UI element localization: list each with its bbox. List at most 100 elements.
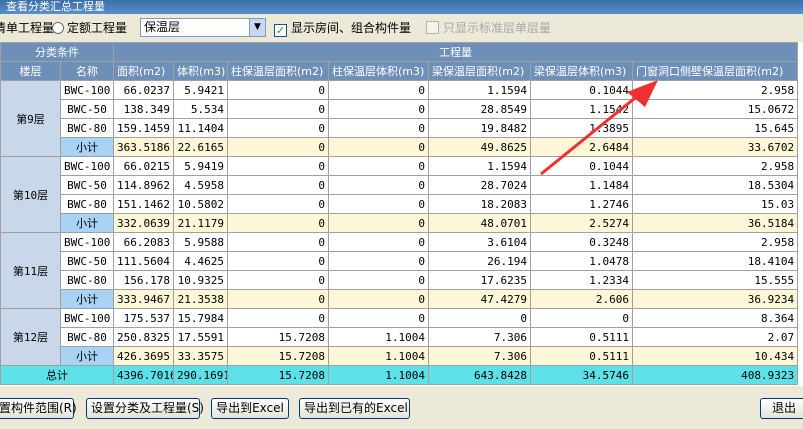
table-row[interactable]: 小计 332.0639 21.1179 0 0 48.0701 2.5274 36.5184 <box>1 213 799 233</box>
table-row[interactable]: 小计 333.9467 21.3538 0 0 47.4279 2.606 36.9234 <box>1 289 799 309</box>
column-header[interactable]: 名称 <box>60 61 114 81</box>
name-cell: BWC-80 <box>60 270 114 290</box>
total-value-cell: 408.9323 <box>631 365 799 385</box>
exit-button[interactable]: 退出 <box>760 398 803 419</box>
set-scope-button[interactable]: 置构件范围(R) <box>0 398 77 419</box>
value-cell: 1.3895 <box>530 118 633 138</box>
table-row[interactable]: 小计 363.5186 22.6165 0 0 49.8625 2.6484 33.6702 <box>1 137 799 157</box>
value-cell: 1.1594 <box>428 80 531 100</box>
value-cell: 17.6235 <box>428 270 531 290</box>
value-cell: 0 <box>227 289 329 309</box>
table-row[interactable]: 第12层 BWC-100 175.537 15.7984 0 0 0 0 8.364 <box>0 308 799 366</box>
table-row[interactable]: BWC-50 138.349 5.534 0 0 28.8549 1.1542 15.0672 <box>1 99 799 119</box>
name-cell: 小计 <box>60 137 114 157</box>
checkmark-icon: ✓ <box>274 24 287 37</box>
value-cell: 0 <box>328 80 429 100</box>
value-cell: 0 <box>328 289 429 309</box>
total-label: 总计 <box>0 365 114 385</box>
table-row[interactable]: BWC-80 250.8325 17.5591 15.7208 1.1004 7.306 0… <box>1 327 799 347</box>
value-cell: 0 <box>328 99 429 119</box>
value-cell: 0 <box>328 175 429 195</box>
value-cell: 0 <box>328 137 429 157</box>
show-rooms-checkbox[interactable]: ✓ 显示房间、组合构件量 <box>274 20 411 37</box>
checkbox-empty-icon <box>426 21 439 34</box>
table-row[interactable]: 第11层 BWC-100 66.2083 5.9588 0 0 3.6104 0.3248 2.… <box>0 232 799 309</box>
value-cell: 18.2083 <box>428 194 531 214</box>
radio-list-quantity[interactable]: 清单工程量 <box>0 20 54 36</box>
total-value-cell: 15.7208 <box>227 365 329 385</box>
value-cell: 15.7208 <box>227 327 329 347</box>
name-cell: BWC-100 <box>60 80 114 100</box>
std-floor-checkbox[interactable]: 只显示标准层单层量 <box>426 20 551 36</box>
value-cell: 0 <box>227 175 329 195</box>
table-row[interactable]: BWC-50 114.8962 4.5958 0 0 28.7024 1.1484 18.53… <box>1 175 799 195</box>
value-cell: 0.5111 <box>530 327 633 347</box>
column-header[interactable]: 柱保温层面积(m2) <box>227 61 329 81</box>
value-cell: 11.1404 <box>173 118 228 138</box>
value-cell: 0 <box>328 232 429 252</box>
value-cell: 0 <box>328 308 429 328</box>
column-header[interactable]: 面积(m2) <box>113 61 174 81</box>
value-cell: 0 <box>227 194 329 214</box>
name-cell: BWC-80 <box>60 327 114 347</box>
value-cell: 15.7208 <box>227 346 329 366</box>
name-cell: BWC-100 <box>60 232 114 252</box>
value-cell: 47.4279 <box>428 289 531 309</box>
category-select[interactable]: 保温层 ▼ <box>140 18 266 37</box>
name-cell: BWC-50 <box>60 99 114 119</box>
table-row[interactable]: BWC-80 151.1462 10.5802 0 0 18.2083 1.2746 15.0… <box>1 194 799 214</box>
column-header[interactable]: 体积(m3) <box>173 61 228 81</box>
value-cell: 5.9588 <box>173 232 228 252</box>
value-cell: 0 <box>328 118 429 138</box>
value-cell: 0 <box>428 308 531 328</box>
value-cell: 0 <box>227 137 329 157</box>
value-cell: 33.3575 <box>173 346 228 366</box>
value-cell: 5.9419 <box>173 156 228 176</box>
table-row[interactable]: 第9层 BWC-100 66.0237 5.9421 0 0 1.1594 0.1044 2.9… <box>0 80 799 157</box>
value-cell: 1.0478 <box>530 251 633 271</box>
table-row[interactable]: BWC-80 159.1459 11.1404 0 0 19.8482 1.3895 15.6… <box>1 118 799 138</box>
value-cell: 4.5958 <box>173 175 228 195</box>
value-cell: 363.5186 <box>113 137 174 157</box>
value-cell: 28.8549 <box>428 99 531 119</box>
quantity-grid[interactable]: 分类条件 工程量 楼层 名称 面积(m2) 体积(m3) 柱保温层面积(m2) 柱保温层体… <box>0 42 803 386</box>
value-cell: 0 <box>328 156 429 176</box>
column-header[interactable]: 楼层 <box>0 61 61 81</box>
value-cell: 0 <box>328 194 429 214</box>
column-header[interactable]: 柱保温层体积(m3) <box>328 61 429 81</box>
options-bar: 清单工程量 定额工程量 保温层 ▼ ✓ 显示房间、组合构件量 只显示标准层单层量 <box>0 14 803 42</box>
name-cell: 小计 <box>60 213 114 233</box>
value-cell: 250.8325 <box>113 327 174 347</box>
value-cell: 156.178 <box>113 270 174 290</box>
export-existing-excel-button[interactable]: 导出到已有的Excel <box>299 398 410 419</box>
value-cell: 332.0639 <box>113 213 174 233</box>
table-row[interactable]: BWC-50 111.5604 4.4625 0 0 26.194 1.0478 18.410… <box>1 251 799 271</box>
total-row[interactable]: 总计 4396.7016 290.1691 15.7208 1.1004 643.8428… <box>0 365 799 385</box>
name-cell: BWC-80 <box>60 118 114 138</box>
value-cell: 0.1044 <box>530 156 633 176</box>
column-header[interactable]: 梁保温层体积(m3) <box>530 61 633 81</box>
column-header[interactable]: 梁保温层面积(m2) <box>428 61 531 81</box>
value-cell: 0 <box>227 270 329 290</box>
value-cell: 2.07 <box>631 327 799 347</box>
value-cell: 1.1542 <box>530 99 633 119</box>
quantity-table: 分类条件 工程量 楼层 名称 面积(m2) 体积(m3) 柱保温层面积(m2) 柱保温层体… <box>0 42 799 385</box>
value-cell: 2.958 <box>631 232 799 252</box>
table-row[interactable]: 第10层 BWC-100 66.0215 5.9419 0 0 1.1594 0.1044 2.… <box>0 156 799 233</box>
value-cell: 0.3248 <box>530 232 633 252</box>
table-row[interactable]: BWC-80 156.178 10.9325 0 0 17.6235 1.2334 15.55… <box>1 270 799 290</box>
value-cell: 2.958 <box>631 80 799 100</box>
value-cell: 21.3538 <box>173 289 228 309</box>
set-category-button[interactable]: 设置分类及工程量(S) <box>86 398 204 419</box>
value-cell: 0 <box>530 308 633 328</box>
radio-quota-quantity[interactable]: 定额工程量 <box>52 20 127 36</box>
value-cell: 33.6702 <box>631 137 799 157</box>
value-cell: 0 <box>227 251 329 271</box>
export-excel-button[interactable]: 导出到Excel <box>211 398 289 419</box>
value-cell: 26.194 <box>428 251 531 271</box>
floor-cell: 第9层 <box>0 80 61 157</box>
table-row[interactable]: 小计 426.3695 33.3575 15.7208 1.1004 7.306 0.511… <box>1 346 799 366</box>
chevron-down-icon[interactable]: ▼ <box>249 19 265 36</box>
column-header[interactable]: 门窗洞口侧壁保温层面积(m2) <box>631 61 799 81</box>
value-cell: 2.958 <box>631 156 799 176</box>
